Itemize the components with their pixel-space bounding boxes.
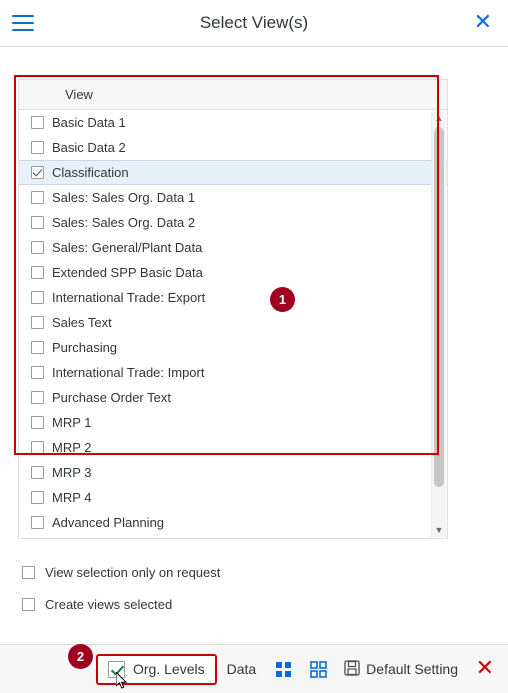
row-checkbox[interactable] [31, 415, 44, 429]
table-row[interactable]: Sales: General/Plant Data [19, 235, 447, 260]
page-title: Select View(s) [199, 13, 309, 32]
row-checkbox[interactable] [31, 515, 44, 529]
hamburger-bar [12, 22, 34, 24]
scroll-down-icon[interactable]: ▼ [432, 523, 446, 537]
checkmark-icon [108, 660, 125, 678]
row-checkbox[interactable] [31, 265, 44, 279]
row-label: Basic Data 2 [52, 139, 126, 155]
table-row[interactable]: Sales: Sales Org. Data 1 [19, 185, 447, 210]
close-icon[interactable]: ✕ [474, 12, 492, 34]
option-create-views-selected[interactable]: Create views selected [22, 597, 172, 612]
annotation-badge-2: 2 [68, 644, 93, 669]
row-checkbox[interactable] [31, 115, 44, 129]
row-checkbox[interactable] [31, 240, 44, 254]
row-label: Purchasing [52, 339, 118, 355]
row-checkbox[interactable] [31, 490, 44, 504]
row-label: MRP 4 [52, 489, 92, 505]
hamburger-icon[interactable] [12, 15, 34, 31]
view-list-rows: Basic Data 1 Basic Data 2 Classification Sa… [19, 110, 447, 535]
table-row[interactable]: Basic Data 2 [19, 135, 447, 160]
row-label: International Trade: Export [52, 289, 206, 305]
table-row[interactable]: Classification [19, 160, 447, 185]
option-checkbox[interactable] [22, 566, 35, 579]
org-levels-label: Org. Levels [133, 661, 205, 677]
row-label: Sales: Sales Org. Data 1 [52, 189, 196, 205]
table-row[interactable]: Extended SPP Basic Data [19, 260, 447, 285]
table-row[interactable]: Advanced Planning [19, 510, 447, 535]
table-row[interactable]: MRP 1 [19, 410, 447, 435]
row-label: Basic Data 1 [52, 114, 126, 130]
table-row[interactable]: MRP 4 [19, 485, 447, 510]
option-label: View selection only on request [45, 565, 221, 580]
row-label: Classification [52, 165, 129, 180]
option-label: Create views selected [45, 597, 173, 612]
row-label: Extended SPP Basic Data [52, 264, 203, 280]
table-row[interactable]: Basic Data 1 [19, 110, 447, 135]
row-label: MRP 1 [52, 414, 92, 430]
floppy-disk-icon [344, 659, 360, 679]
row-checkbox[interactable] [31, 190, 44, 204]
table-row[interactable]: MRP 2 [19, 435, 447, 460]
annotation-badge-1: 1 [270, 287, 295, 312]
row-label: Sales: General/Plant Data [52, 239, 203, 255]
row-checkbox[interactable] [31, 166, 44, 179]
hamburger-bar [12, 29, 34, 31]
option-checkbox[interactable] [22, 598, 35, 611]
view-list-panel: View Basic Data 1 Basic Data 2 Classificat… [18, 79, 448, 539]
list-vertical-scrollbar[interactable]: ▲ ▼ [431, 111, 446, 537]
table-row[interactable]: Purchase Order Text [19, 385, 447, 410]
default-setting-button[interactable]: Default Setting [336, 655, 466, 684]
row-label: MRP 2 [52, 439, 92, 455]
table-header-row: View [19, 80, 447, 110]
data-button[interactable]: Data [217, 656, 267, 682]
grid-squares-icon[interactable] [301, 656, 336, 683]
row-label: Purchase Order Text [52, 389, 171, 405]
row-checkbox[interactable] [31, 365, 44, 379]
table-row[interactable]: Sales: Sales Org. Data 2 [19, 210, 447, 235]
scroll-up-icon[interactable]: ▲ [432, 111, 446, 125]
table-row[interactable]: Purchasing [19, 335, 447, 360]
row-label: MRP 3 [52, 464, 92, 480]
row-label: International Trade: Import [52, 364, 205, 380]
row-checkbox[interactable] [31, 215, 44, 229]
table-row[interactable]: MRP 3 [19, 460, 447, 485]
row-checkbox[interactable] [31, 440, 44, 454]
row-checkbox[interactable] [31, 390, 44, 404]
footer-buttons: Org. Levels Data Default Setting [96, 653, 466, 685]
option-view-selection-only-on-request[interactable]: View selection only on request [22, 565, 220, 580]
row-checkbox[interactable] [31, 140, 44, 154]
row-label: Sales: Sales Org. Data 2 [52, 214, 196, 230]
scrollbar-thumb[interactable] [434, 127, 444, 487]
org-levels-button[interactable]: Org. Levels [96, 653, 217, 685]
table-row[interactable]: Sales Text [19, 310, 447, 335]
default-setting-label: Default Setting [366, 661, 459, 677]
hamburger-bar [12, 15, 34, 17]
table-row[interactable]: International Trade: Import [19, 360, 447, 385]
row-checkbox[interactable] [31, 465, 44, 479]
row-checkbox[interactable] [31, 315, 44, 329]
table-row[interactable]: International Trade: Export [19, 285, 447, 310]
footer-close-icon[interactable]: ✕ [476, 658, 494, 680]
row-checkbox[interactable] [31, 340, 44, 354]
row-checkbox[interactable] [31, 290, 44, 304]
dialog-titlebar: Select View(s) ✕ [0, 0, 508, 47]
grid-four-dots-icon[interactable] [266, 656, 301, 683]
column-header-view: View [65, 87, 93, 102]
row-label: Advanced Planning [52, 514, 165, 530]
row-label: Sales Text [52, 314, 112, 330]
